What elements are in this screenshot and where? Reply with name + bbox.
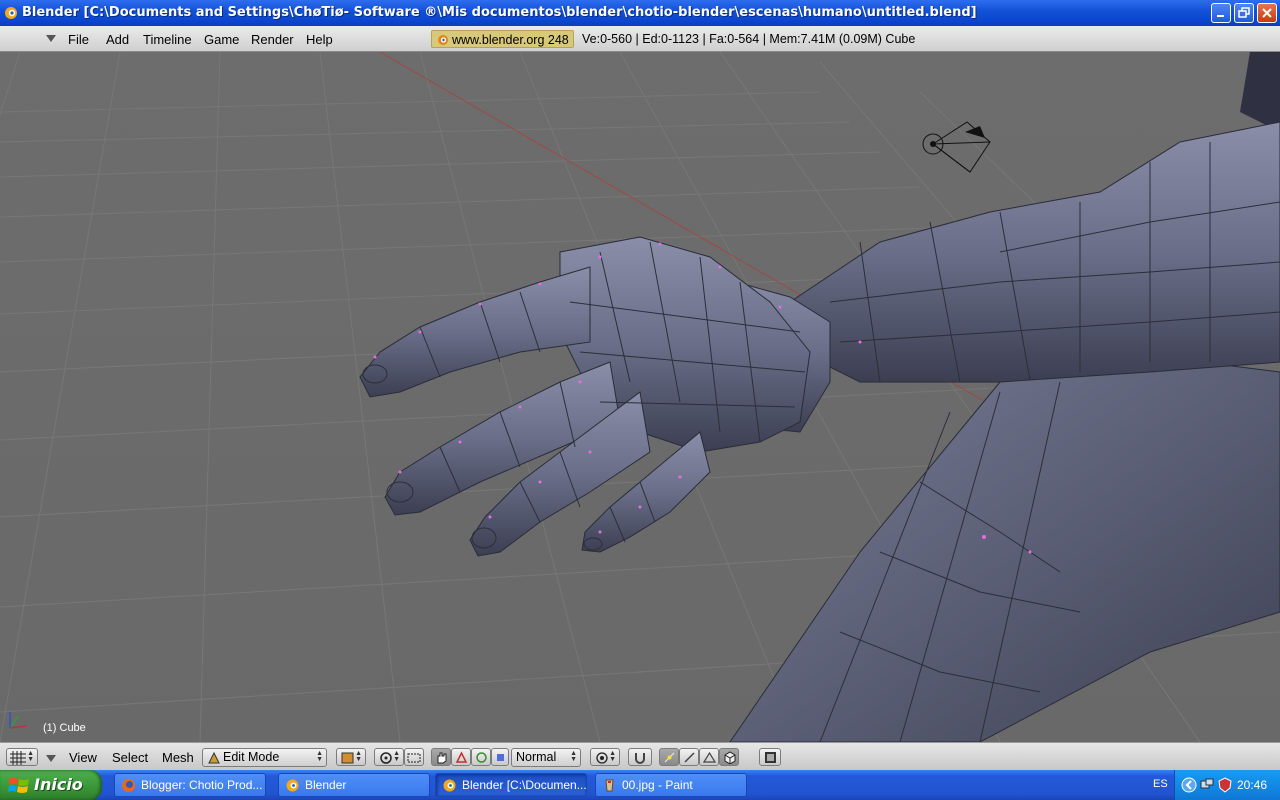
edit-mode-icon bbox=[208, 752, 220, 764]
menu-help[interactable]: Help bbox=[306, 32, 333, 47]
rotate-button[interactable] bbox=[451, 748, 471, 766]
menu-select[interactable]: Select bbox=[112, 750, 148, 765]
mode-select-value: Edit Mode bbox=[223, 750, 280, 764]
show-hidden-icons-icon[interactable] bbox=[1181, 777, 1197, 793]
task-button-blender[interactable]: Blender bbox=[278, 773, 430, 797]
viewport-scene bbox=[0, 52, 1280, 742]
solid-shading-icon bbox=[341, 752, 354, 764]
restore-icon bbox=[1238, 7, 1250, 18]
security-shield-icon[interactable] bbox=[1217, 777, 1233, 793]
minimize-icon bbox=[1217, 15, 1224, 17]
grid-icon bbox=[10, 751, 26, 765]
collapse-menu-icon[interactable] bbox=[46, 755, 56, 763]
scene-stats: Ve:0-560 | Ed:0-1123 | Fa:0-564 | Mem:7.… bbox=[582, 32, 916, 46]
menu-add[interactable]: Add bbox=[106, 32, 129, 47]
paint-icon bbox=[605, 779, 614, 792]
menu-view[interactable]: View bbox=[69, 750, 97, 765]
blender-logo-icon bbox=[438, 35, 448, 45]
orientation-select[interactable]: Normal ▲ ▼ bbox=[511, 748, 581, 767]
grab-button[interactable] bbox=[431, 748, 451, 766]
cube-icon bbox=[724, 751, 736, 764]
blender-logo-icon bbox=[443, 779, 456, 792]
task-label: Blogger: Chotio Prod... bbox=[141, 778, 263, 792]
collapse-menu-icon[interactable] bbox=[46, 35, 56, 43]
blender-logo-icon bbox=[286, 779, 299, 792]
render-preview-button[interactable] bbox=[759, 748, 781, 766]
proportional-icon bbox=[596, 752, 608, 764]
edge-select-icon bbox=[684, 752, 695, 763]
minimize-button[interactable] bbox=[1211, 3, 1231, 23]
window-title-bar[interactable]: Blender [C:\Documents and Settings\ChøTi… bbox=[0, 0, 1280, 26]
window-title: Blender [C:\Documents and Settings\ChøTi… bbox=[22, 5, 977, 20]
close-icon bbox=[1262, 8, 1272, 18]
clock[interactable]: 20:46 bbox=[1237, 778, 1267, 792]
manipulator-toggle-button[interactable] bbox=[404, 748, 424, 766]
network-icon[interactable] bbox=[1199, 777, 1215, 793]
transform-widget-icon bbox=[407, 753, 421, 763]
3d-view-header: ▲ ▼ View Select Mesh Edit Mode ▲ ▼ ▲ ▼ ▲ ▼ N… bbox=[0, 742, 1280, 770]
menu-render[interactable]: Render bbox=[251, 32, 294, 47]
firefox-icon bbox=[122, 779, 135, 792]
vertex-select-icon bbox=[664, 752, 675, 763]
rotate-icon bbox=[455, 751, 468, 763]
blender-logo-icon bbox=[5, 7, 17, 19]
editor-type-button[interactable]: ▲ ▼ bbox=[6, 748, 38, 766]
task-button-paint[interactable]: 00.jpg - Paint bbox=[595, 773, 747, 797]
scale-icon bbox=[476, 752, 487, 763]
draw-type-button[interactable]: ▲ ▼ bbox=[336, 748, 366, 766]
task-button-blender-file[interactable]: Blender [C:\Documen... bbox=[435, 773, 587, 797]
task-label: Blender bbox=[305, 778, 347, 792]
active-object-label: (1) Cube bbox=[43, 722, 86, 734]
start-label: Inicio bbox=[34, 775, 83, 794]
render-image-icon bbox=[765, 752, 776, 763]
close-button[interactable] bbox=[1257, 3, 1277, 23]
task-label: 00.jpg - Paint bbox=[622, 778, 693, 792]
info-header: File Add Timeline Game Render Help www.b… bbox=[0, 26, 1280, 52]
maximize-button[interactable] bbox=[1234, 3, 1254, 23]
pivot-point-button[interactable]: ▲ ▼ bbox=[374, 748, 404, 766]
task-button-blogger[interactable]: Blogger: Chotio Prod... bbox=[114, 773, 266, 797]
start-button[interactable]: Inicio bbox=[0, 770, 102, 800]
taskbar: Inicio Blogger: Chotio Prod... Blender B… bbox=[0, 770, 1280, 800]
hand-icon bbox=[437, 752, 447, 764]
3d-viewport[interactable]: (1) Cube bbox=[0, 52, 1280, 742]
system-tray: 20:46 bbox=[1174, 770, 1280, 800]
proportional-edit-button[interactable]: ▲ ▼ bbox=[590, 748, 620, 766]
square-icon bbox=[497, 754, 504, 761]
menu-file[interactable]: File bbox=[68, 32, 89, 47]
select-vertex-button[interactable] bbox=[659, 748, 679, 766]
select-edge-button[interactable] bbox=[679, 748, 699, 766]
pivot-icon bbox=[380, 752, 392, 764]
limit-selection-visible-button[interactable] bbox=[719, 748, 739, 766]
language-indicator[interactable]: ES bbox=[1153, 778, 1168, 790]
windows-flag-icon bbox=[8, 778, 29, 793]
scale-button[interactable] bbox=[471, 748, 491, 766]
axis-gizmo-icon bbox=[9, 712, 27, 729]
menu-timeline[interactable]: Timeline bbox=[143, 32, 192, 47]
blender-url: www.blender.org 248 bbox=[452, 33, 569, 47]
magnet-icon bbox=[635, 753, 645, 764]
snap-button[interactable] bbox=[628, 748, 652, 766]
select-face-button[interactable] bbox=[699, 748, 719, 766]
orientation-toggle-button[interactable] bbox=[491, 748, 509, 766]
task-label: Blender [C:\Documen... bbox=[462, 778, 587, 792]
mode-select[interactable]: Edit Mode ▲ ▼ bbox=[202, 748, 327, 767]
orientation-select-value: Normal bbox=[516, 750, 557, 764]
menu-game[interactable]: Game bbox=[204, 32, 239, 47]
blender-url-badge[interactable]: www.blender.org 248 bbox=[431, 30, 574, 48]
face-select-icon bbox=[703, 751, 716, 763]
menu-mesh[interactable]: Mesh bbox=[162, 750, 194, 765]
